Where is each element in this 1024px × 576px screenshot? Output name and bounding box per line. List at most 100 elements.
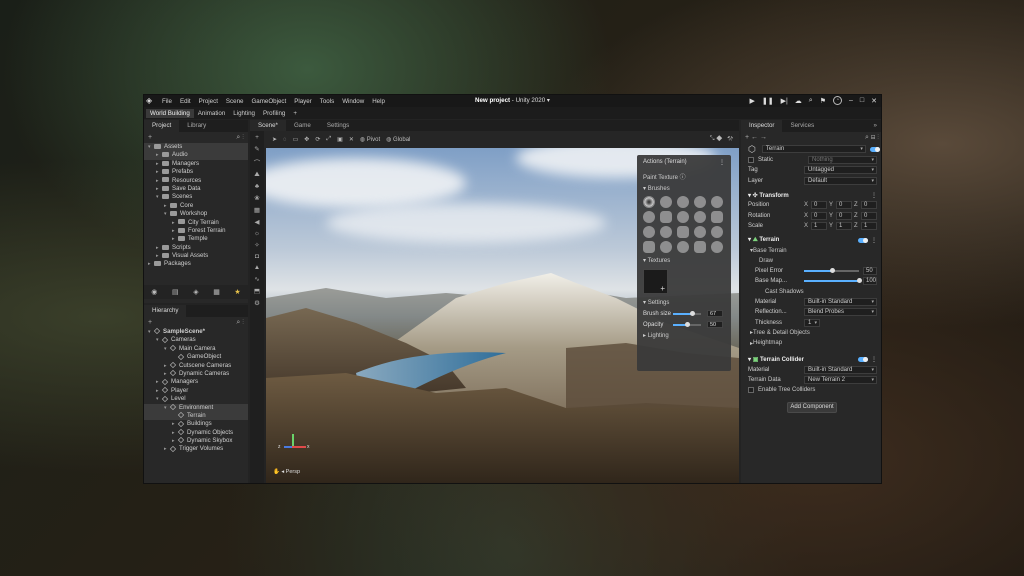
cloud-icon[interactable]: ☁ — [795, 97, 802, 105]
folder-item[interactable]: ▸ Managers — [144, 160, 248, 168]
layout-tab-add[interactable]: + — [289, 109, 301, 118]
scene-icon[interactable]: ▤ — [172, 288, 179, 296]
transform-header[interactable]: ▾ ✣ Transform — [748, 192, 789, 199]
search-icon[interactable]: ⌕ ⊟ ⋮ — [865, 134, 879, 142]
brush-icon[interactable]: ⌒ — [254, 157, 261, 167]
rotate-icon[interactable]: ⟳ — [315, 136, 320, 143]
paint-icon[interactable]: ✎ — [254, 145, 259, 153]
folder-item[interactable]: ▸ Save Data — [144, 185, 248, 193]
layer-dropdown[interactable]: Default — [804, 176, 877, 185]
tab-project[interactable]: Project — [144, 120, 180, 132]
brush-swatch[interactable] — [711, 211, 723, 223]
textures-foldout[interactable]: ▾ Textures — [637, 255, 731, 266]
grid-icon[interactable]: ▦ — [254, 206, 260, 214]
hierarchy-item[interactable]: ▾ SampleScene* — [144, 328, 248, 336]
brush-swatch[interactable] — [677, 241, 689, 253]
nav-icons[interactable]: + ← → — [745, 134, 767, 141]
expand-arrow-icon[interactable]: ▾ — [164, 345, 170, 353]
reflection-dropdown[interactable]: Blend Probes — [804, 308, 877, 317]
terrain-toggle[interactable] — [858, 237, 868, 243]
hierarchy-item[interactable]: ▾ Level — [144, 395, 248, 403]
search-icon[interactable]: ⌕ ⋮ — [236, 134, 244, 142]
step-icon[interactable]: ▶| — [781, 97, 788, 105]
expand-arrow-icon[interactable]: ▸ — [172, 429, 178, 437]
add-component-button[interactable]: Add Component — [787, 401, 837, 413]
expand-arrow-icon[interactable]: ▸ — [164, 370, 170, 378]
transform-icon[interactable]: ▣ — [337, 136, 343, 143]
close-icon[interactable]: ✕ — [871, 97, 877, 105]
opacity-field[interactable]: 50 — [707, 321, 723, 328]
brush-swatch[interactable] — [711, 196, 723, 208]
hierarchy-item[interactable]: ▸ Trigger Volumes — [144, 445, 248, 453]
expand-arrow-icon[interactable]: ▾ — [156, 336, 162, 344]
brush-swatch[interactable] — [660, 226, 672, 238]
lighting-foldout[interactable]: ▸ Lighting — [637, 330, 731, 341]
collider-material-field[interactable]: Built-in Standard — [804, 365, 877, 374]
expand-arrow-icon[interactable]: ▸ — [172, 420, 178, 428]
menu-player[interactable]: Player — [290, 98, 316, 105]
terrain-icon[interactable]: ⛰ — [254, 171, 259, 179]
brush-swatch[interactable] — [711, 226, 723, 238]
menu-edit[interactable]: Edit — [176, 98, 195, 105]
scale-icon[interactable]: ⤢ — [326, 136, 331, 143]
expand-arrow-icon[interactable]: ▾ — [148, 328, 154, 336]
rotation-field[interactable]: X0Y0Z0 — [804, 211, 877, 220]
prefab-icon[interactable]: ◈ — [193, 288, 198, 296]
tab-services[interactable]: Services — [782, 120, 822, 132]
hierarchy-item[interactable]: ▸ Cutscene Cameras — [144, 362, 248, 370]
fx-icon[interactable]: ✧ — [254, 241, 259, 249]
brush-swatch[interactable] — [694, 196, 706, 208]
folder-item[interactable]: ▸ Visual Assets — [144, 252, 248, 260]
raise-icon[interactable]: ▲ — [254, 264, 260, 271]
brush-size-slider[interactable]: Brush size 67 — [637, 308, 731, 319]
folder-item[interactable]: ▸ City Terrain — [144, 219, 248, 227]
cast-shadows-checkbox[interactable] — [755, 289, 761, 295]
terrain-component-header[interactable]: ▾ ⛰ Terrain — [748, 236, 779, 244]
pixel-error-slider[interactable]: 50 — [804, 267, 877, 276]
brush-size-field[interactable]: 67 — [707, 310, 723, 317]
add-texture-slot[interactable] — [643, 269, 668, 294]
hierarchy-item[interactable]: ▸ Managers — [144, 378, 248, 386]
static-dropdown[interactable]: Nothing — [808, 156, 877, 165]
folder-item[interactable]: ▾ Scenes — [144, 193, 248, 201]
hierarchy-item[interactable]: ▸ Dynamic Cameras — [144, 370, 248, 378]
layout-tab-lighting[interactable]: Lighting — [229, 109, 259, 118]
axis-gizmo[interactable]: z x — [278, 434, 314, 464]
script-icon[interactable]: ▦ — [213, 288, 220, 296]
menu-window[interactable]: Window — [338, 98, 368, 105]
menu-project[interactable]: Project — [195, 98, 222, 105]
brush-swatch[interactable] — [711, 241, 723, 253]
maximize-icon[interactable]: □ — [860, 97, 864, 104]
hierarchy-item[interactable]: ▸ Dynamic Skybox — [144, 437, 248, 445]
expand-arrow-icon[interactable]: ▾ — [156, 395, 162, 403]
audio-icon[interactable]: ◀ — [255, 218, 260, 226]
menu-gameobject[interactable]: GameObject — [247, 98, 290, 105]
hierarchy-item[interactable]: ▸ Player — [144, 387, 248, 395]
tab-settings[interactable]: Settings — [319, 120, 357, 132]
position-field[interactable]: X0Y0Z0 — [804, 201, 877, 210]
collab-icon[interactable]: ⚑ — [820, 97, 826, 105]
hierarchy-item[interactable]: ▸ Buildings — [144, 420, 248, 428]
heightmap-foldout[interactable]: ▸ Heightmap — [741, 338, 881, 348]
folder-item[interactable]: ▸ Forest Terrain — [144, 227, 248, 235]
search-icon[interactable]: ⌕ — [809, 97, 813, 105]
pause-icon[interactable]: ❚❚ — [762, 97, 774, 105]
camera-icon[interactable]: ◘ — [255, 253, 259, 260]
folder-item[interactable]: ▸ Scripts — [144, 244, 248, 252]
settings-foldout[interactable]: ▾ Settings — [637, 297, 731, 308]
menu-help[interactable]: Help — [368, 98, 389, 105]
terrain-collider-header[interactable]: ▾ ▣ Terrain Collider — [748, 356, 804, 363]
tab-library[interactable]: Library — [179, 120, 214, 132]
stamp-icon[interactable]: ⬒ — [254, 287, 260, 295]
detail-icon[interactable]: ❀ — [254, 194, 259, 202]
hierarchy-item[interactable]: Terrain — [144, 411, 248, 421]
brush-swatch[interactable] — [677, 226, 689, 238]
enable-tree-colliders-checkbox[interactable] — [748, 387, 754, 394]
layout-tab-animation[interactable]: Animation — [194, 109, 230, 118]
brush-swatch[interactable] — [677, 211, 689, 223]
smooth-icon[interactable]: ∿ — [254, 275, 259, 283]
active-toggle[interactable] — [869, 146, 880, 152]
hierarchy-item[interactable]: ▾ Main Camera — [144, 345, 248, 353]
close-tool-icon[interactable]: ✕ — [349, 136, 354, 143]
tree-detail-foldout[interactable]: ▸ Tree & Detail Objects — [741, 328, 881, 338]
